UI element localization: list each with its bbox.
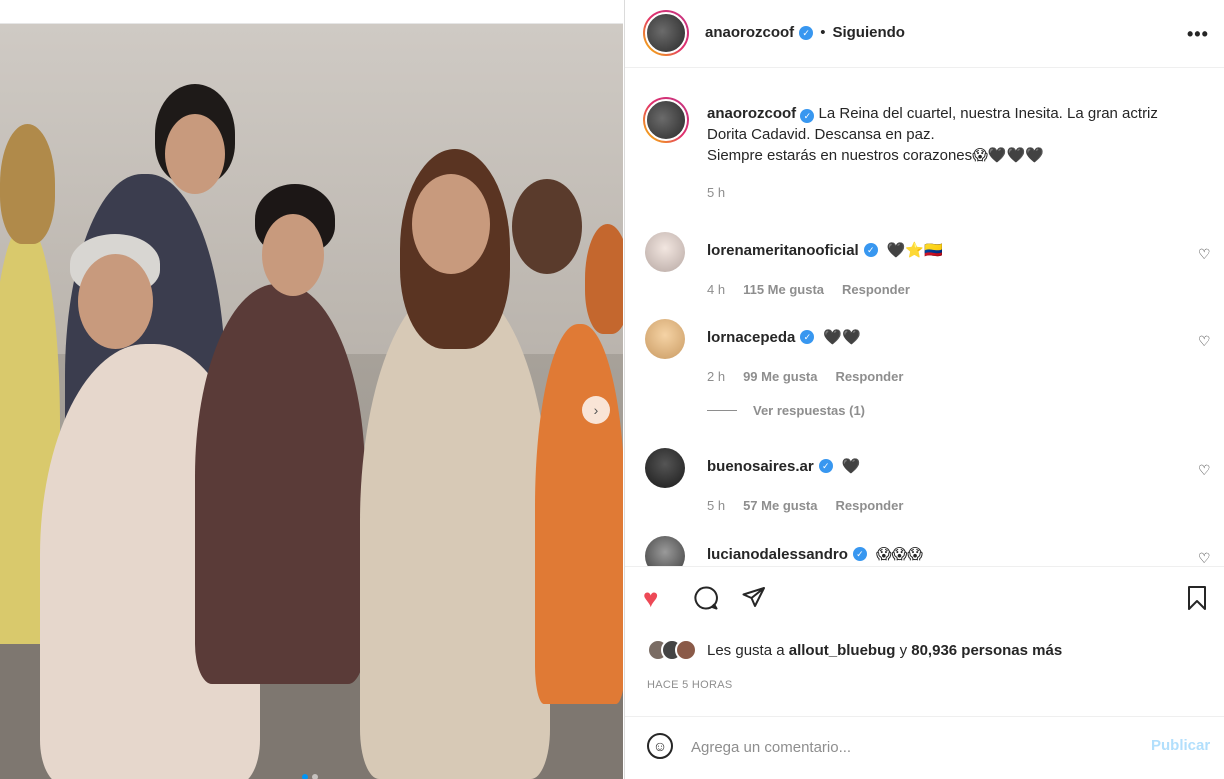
caption-username[interactable]: anaorozcoof (707, 105, 796, 122)
comment-likes[interactable]: 57 Me gusta (743, 498, 817, 513)
view-replies-button[interactable]: Ver respuestas (1) (707, 403, 865, 418)
comment-username[interactable]: buenosaires.ar (707, 458, 814, 475)
comment-item: buenosaires.ar ✓ 🖤 5 h 57 Me gusta Respo… (625, 448, 1224, 528)
comment-time: 5 h (707, 498, 726, 513)
comment-icon[interactable] (693, 585, 719, 615)
comment-username[interactable]: lucianodalessandro (707, 546, 848, 563)
author-avatar[interactable] (643, 10, 689, 56)
commenter-avatar[interactable] (645, 232, 685, 272)
likes-prefix: Les gusta a (707, 641, 785, 659)
comment-text: 🖤⭐️🇨🇴 (886, 242, 943, 259)
comment-username[interactable]: lorenameritanooficial (707, 242, 859, 259)
commenter-avatar[interactable] (645, 536, 685, 566)
bookmark-icon[interactable] (1185, 585, 1209, 615)
verified-icon: ✓ (800, 109, 815, 123)
author-username[interactable]: anaorozcoof (705, 24, 794, 41)
comment-likes[interactable]: 99 Me gusta (743, 369, 817, 384)
verified-icon: ✓ (800, 330, 815, 344)
post-header: anaorozcoof ✓ • Siguiendo ••• (625, 0, 1224, 68)
reply-button[interactable]: Responder (836, 498, 904, 513)
comment-like-icon[interactable]: ♡ (1198, 462, 1211, 479)
post-actions: ♥ Les gusta a allout_bluebug y 80,936 pe… (625, 566, 1224, 716)
caption-avatar[interactable] (643, 97, 689, 143)
verified-icon: ✓ (852, 547, 867, 561)
carousel-dot (302, 774, 308, 779)
comment-username[interactable]: lornacepeda (707, 329, 795, 346)
comment-like-icon[interactable]: ♡ (1198, 333, 1211, 350)
publish-button[interactable]: Publicar (1151, 737, 1210, 754)
likes-connector: y (899, 641, 908, 659)
commenter-avatar[interactable] (645, 448, 685, 488)
separator: • (820, 24, 826, 41)
media-topbar (0, 0, 623, 24)
add-comment-bar: ☺ Publicar (625, 716, 1224, 779)
caption-line: Dorita Cadavid. Descansa en paz. (707, 126, 935, 143)
reply-button[interactable]: Responder (836, 369, 904, 384)
post-media: › (0, 0, 623, 779)
comment-like-icon[interactable]: ♡ (1198, 246, 1211, 263)
comment-item: lorenameritanooficial ✓ 🖤⭐️🇨🇴 4 h 115 Me… (625, 232, 1224, 312)
posted-time[interactable]: HACE 5 HORAS (647, 679, 733, 691)
comment-time: 2 h (707, 369, 726, 384)
follow-button[interactable]: Siguiendo (832, 24, 905, 41)
caption-line: Siempre estarás en nuestros corazones😱🖤🖤… (707, 147, 1044, 164)
more-icon[interactable]: ••• (1187, 24, 1209, 45)
comment-likes[interactable]: 115 Me gusta (743, 282, 824, 297)
carousel-next-button[interactable]: › (582, 396, 610, 424)
chevron-right-icon: › (593, 402, 599, 418)
carousel-dot (312, 774, 318, 779)
likes-count[interactable]: 80,936 personas más (911, 642, 1062, 659)
heart-icon[interactable]: ♥ (643, 585, 658, 611)
comment-item: lucianodalessandro ✓ 😱😱😱 ♡ (625, 536, 1224, 566)
verified-icon: ✓ (799, 25, 814, 40)
comment-text: 🖤 (841, 458, 861, 475)
post-panel: anaorozcoof ✓ • Siguiendo ••• anaorozcoo… (624, 0, 1224, 779)
comment-time: 4 h (707, 282, 726, 297)
post-photo[interactable]: › (0, 24, 623, 779)
verified-icon: ✓ (818, 459, 833, 473)
share-icon[interactable] (741, 585, 767, 615)
verified-icon: ✓ (863, 243, 878, 257)
view-replies-label: Ver respuestas (1) (753, 403, 866, 418)
caption-line: La Reina del cuartel, nuestra Inesita. L… (818, 105, 1158, 122)
carousel-dots (302, 774, 318, 779)
liker-avatar (675, 639, 697, 661)
comments-list[interactable]: anaorozcoof ✓ La Reina del cuartel, nues… (625, 69, 1224, 566)
comment-text: 🖤🖤 (823, 329, 861, 346)
comment-text: 😱😱😱 (875, 546, 923, 563)
reply-button[interactable]: Responder (842, 282, 910, 297)
caption-time: 5 h (707, 185, 726, 200)
emoji-icon[interactable]: ☺ (647, 733, 673, 759)
commenter-avatar[interactable] (645, 319, 685, 359)
comment-item: lornacepeda ✓ 🖤🖤 2 h 99 Me gusta Respond… (625, 319, 1224, 399)
comment-input[interactable] (691, 735, 1131, 759)
likes-summary[interactable]: Les gusta a allout_bluebug y 80,936 pers… (647, 639, 1062, 661)
likes-user[interactable]: allout_bluebug (789, 642, 896, 659)
comment-like-icon[interactable]: ♡ (1198, 550, 1211, 566)
